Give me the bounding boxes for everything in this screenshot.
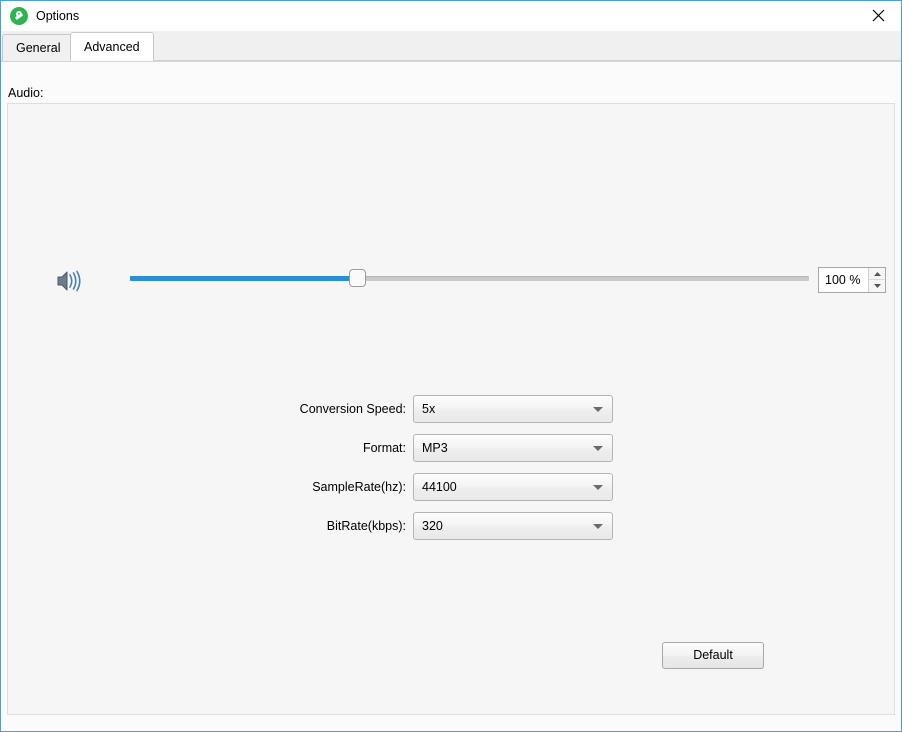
volume-slider-fill: [130, 276, 358, 281]
spinner-up-button[interactable]: [869, 268, 885, 280]
volume-spinner-buttons: [868, 268, 885, 292]
sample-rate-value: 44100: [422, 480, 457, 494]
audio-group-label: Audio:: [8, 86, 44, 100]
tab-page-separator: [1, 61, 901, 62]
sample-rate-dropdown[interactable]: 44100: [413, 473, 613, 501]
volume-spinner[interactable]: 100 %: [818, 267, 886, 293]
format-dropdown[interactable]: MP3: [413, 434, 613, 462]
dialog-bottom-strip: [2, 716, 900, 730]
volume-slider[interactable]: [130, 269, 809, 287]
spinner-up-arrow-icon: [873, 271, 881, 276]
app-logo-icon: [10, 7, 28, 25]
conversion-speed-label: Conversion Speed:: [299, 402, 406, 416]
title-bar: Options: [1, 1, 901, 31]
default-button[interactable]: Default: [662, 642, 764, 669]
bit-rate-label: BitRate(kbps):: [326, 519, 406, 533]
tab-general[interactable]: General: [2, 34, 75, 61]
format-label: Format:: [362, 441, 406, 455]
tab-strip: General Advanced: [1, 31, 901, 61]
field-row-sample-rate: SampleRate(hz): 44100: [179, 473, 613, 501]
chevron-down-icon: [593, 407, 603, 412]
bit-rate-dropdown[interactable]: 320: [413, 512, 613, 540]
spinner-down-button[interactable]: [869, 280, 885, 292]
close-icon: [872, 9, 884, 22]
bit-rate-value: 320: [422, 519, 443, 533]
conversion-speed-value: 5x: [422, 402, 436, 416]
tab-page-advanced: Audio: 100 % Conversion Speed: 5x Format…: [1, 61, 901, 731]
window-title: Options: [36, 9, 80, 23]
format-value: MP3: [422, 441, 448, 455]
chevron-down-icon: [593, 485, 603, 490]
sample-rate-label: SampleRate(hz):: [312, 480, 406, 494]
options-dialog-window: Options General Advanced Audio: 100 % Co…: [0, 0, 902, 732]
chevron-down-icon: [593, 446, 603, 451]
spinner-down-arrow-icon: [873, 284, 881, 288]
tab-advanced[interactable]: Advanced: [70, 32, 154, 61]
volume-slider-thumb[interactable]: [349, 269, 367, 287]
field-row-format: Format: MP3: [179, 434, 613, 462]
field-row-bit-rate: BitRate(kbps): 320: [179, 512, 613, 540]
speaker-volume-icon: [54, 267, 86, 295]
conversion-speed-dropdown[interactable]: 5x: [413, 395, 613, 423]
volume-spinner-value[interactable]: 100 %: [819, 268, 868, 292]
chevron-down-icon: [593, 524, 603, 529]
field-row-conversion-speed: Conversion Speed: 5x: [179, 395, 613, 423]
close-button[interactable]: [855, 1, 901, 30]
